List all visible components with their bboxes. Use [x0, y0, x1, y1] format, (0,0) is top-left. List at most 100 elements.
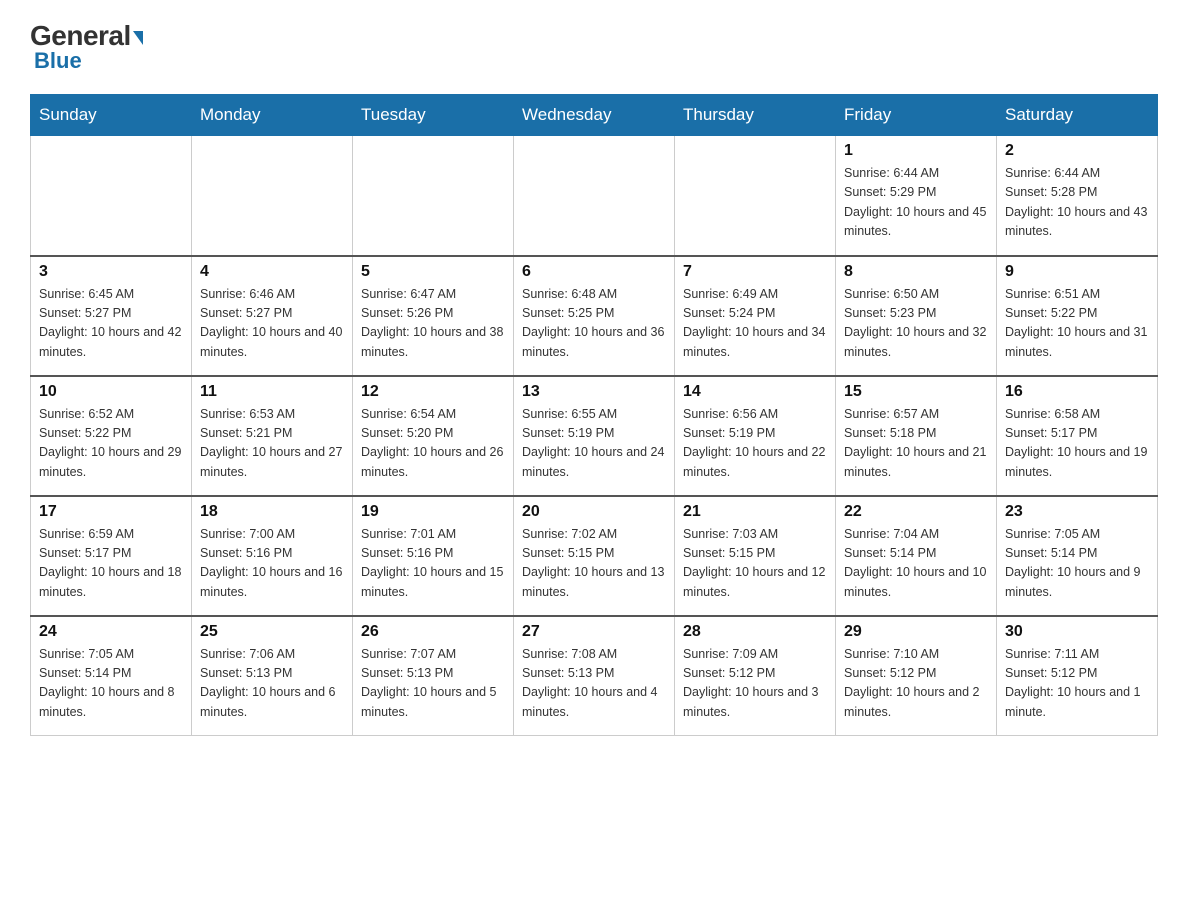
day-info: Sunrise: 6:57 AMSunset: 5:18 PMDaylight:… — [844, 405, 988, 483]
day-number: 16 — [1005, 383, 1149, 401]
day-info: Sunrise: 6:44 AMSunset: 5:28 PMDaylight:… — [1005, 164, 1149, 242]
column-header-monday: Monday — [192, 95, 353, 136]
calendar-week-row: 10Sunrise: 6:52 AMSunset: 5:22 PMDayligh… — [31, 376, 1158, 496]
day-number: 29 — [844, 623, 988, 641]
calendar-cell: 24 Sunrise: 7:05 AMSunset: 5:14 PMDayligh… — [31, 616, 192, 736]
day-info: Sunrise: 6:46 AMSunset: 5:27 PMDaylight:… — [200, 285, 344, 363]
calendar-cell: 17 Sunrise: 6:59 AMSunset: 5:17 PMDayligh… — [31, 496, 192, 616]
calendar-week-row: 3Sunrise: 6:45 AMSunset: 5:27 PMDaylight… — [31, 256, 1158, 376]
day-info: Sunrise: 7:01 AMSunset: 5:16 PMDaylight:… — [361, 525, 505, 603]
calendar-cell: 19Sunrise: 7:01 AMSunset: 5:16 PMDayligh… — [353, 496, 514, 616]
calendar-cell: 6 Sunrise: 6:48 AMSunset: 5:25 PMDaylight… — [514, 256, 675, 376]
day-number: 11 — [200, 383, 344, 401]
day-info: Sunrise: 6:49 AMSunset: 5:24 PMDaylight:… — [683, 285, 827, 363]
logo-triangle-icon — [133, 31, 143, 45]
day-number: 20 — [522, 503, 666, 521]
calendar-cell: 1Sunrise: 6:44 AMSunset: 5:29 PMDaylight… — [836, 136, 997, 256]
day-number: 28 — [683, 623, 827, 641]
calendar-cell: 13Sunrise: 6:55 AMSunset: 5:19 PMDayligh… — [514, 376, 675, 496]
day-info: Sunrise: 7:06 AMSunset: 5:13 PMDaylight:… — [200, 645, 344, 723]
day-info: Sunrise: 6:51 AMSunset: 5:22 PMDaylight:… — [1005, 285, 1149, 363]
day-number: 5 — [361, 263, 505, 281]
calendar-cell: 2 Sunrise: 6:44 AMSunset: 5:28 PMDaylight… — [997, 136, 1158, 256]
calendar-cell: 10Sunrise: 6:52 AMSunset: 5:22 PMDayligh… — [31, 376, 192, 496]
calendar-cell: 26 Sunrise: 7:07 AMSunset: 5:13 PMDayligh… — [353, 616, 514, 736]
calendar-cell: 4 Sunrise: 6:46 AMSunset: 5:27 PMDaylight… — [192, 256, 353, 376]
day-info: Sunrise: 6:44 AMSunset: 5:29 PMDaylight:… — [844, 164, 988, 242]
column-header-thursday: Thursday — [675, 95, 836, 136]
calendar-cell: 18 Sunrise: 7:00 AMSunset: 5:16 PMDayligh… — [192, 496, 353, 616]
day-info: Sunrise: 6:53 AMSunset: 5:21 PMDaylight:… — [200, 405, 344, 483]
day-number: 12 — [361, 383, 505, 401]
column-header-wednesday: Wednesday — [514, 95, 675, 136]
logo-blue-text: Blue — [30, 48, 82, 74]
calendar-cell: 27Sunrise: 7:08 AMSunset: 5:13 PMDayligh… — [514, 616, 675, 736]
calendar-cell: 28 Sunrise: 7:09 AMSunset: 5:12 PMDayligh… — [675, 616, 836, 736]
day-number: 9 — [1005, 263, 1149, 281]
calendar-cell — [675, 136, 836, 256]
day-info: Sunrise: 7:05 AMSunset: 5:14 PMDaylight:… — [1005, 525, 1149, 603]
column-header-tuesday: Tuesday — [353, 95, 514, 136]
calendar-cell: 21 Sunrise: 7:03 AMSunset: 5:15 PMDayligh… — [675, 496, 836, 616]
day-info: Sunrise: 7:11 AMSunset: 5:12 PMDaylight:… — [1005, 645, 1149, 723]
logo: General Blue — [30, 20, 143, 74]
day-number: 6 — [522, 263, 666, 281]
day-info: Sunrise: 6:50 AMSunset: 5:23 PMDaylight:… — [844, 285, 988, 363]
logo-general-text: General — [30, 20, 131, 51]
column-header-sunday: Sunday — [31, 95, 192, 136]
calendar-cell: 20 Sunrise: 7:02 AMSunset: 5:15 PMDayligh… — [514, 496, 675, 616]
day-info: Sunrise: 7:05 AMSunset: 5:14 PMDaylight:… — [39, 645, 183, 723]
day-info: Sunrise: 6:59 AMSunset: 5:17 PMDaylight:… — [39, 525, 183, 603]
page-header: General Blue — [30, 20, 1158, 74]
day-info: Sunrise: 7:09 AMSunset: 5:12 PMDaylight:… — [683, 645, 827, 723]
calendar-cell: 15 Sunrise: 6:57 AMSunset: 5:18 PMDayligh… — [836, 376, 997, 496]
calendar-cell — [353, 136, 514, 256]
calendar-cell: 7 Sunrise: 6:49 AMSunset: 5:24 PMDaylight… — [675, 256, 836, 376]
day-number: 13 — [522, 383, 666, 401]
calendar-cell: 5Sunrise: 6:47 AMSunset: 5:26 PMDaylight… — [353, 256, 514, 376]
day-number: 7 — [683, 263, 827, 281]
calendar-cell: 22Sunrise: 7:04 AMSunset: 5:14 PMDayligh… — [836, 496, 997, 616]
calendar-cell: 9 Sunrise: 6:51 AMSunset: 5:22 PMDaylight… — [997, 256, 1158, 376]
day-number: 30 — [1005, 623, 1149, 641]
calendar-cell: 25 Sunrise: 7:06 AMSunset: 5:13 PMDayligh… — [192, 616, 353, 736]
day-info: Sunrise: 7:03 AMSunset: 5:15 PMDaylight:… — [683, 525, 827, 603]
day-number: 22 — [844, 503, 988, 521]
day-info: Sunrise: 7:10 AMSunset: 5:12 PMDaylight:… — [844, 645, 988, 723]
calendar-cell: 11 Sunrise: 6:53 AMSunset: 5:21 PMDayligh… — [192, 376, 353, 496]
day-info: Sunrise: 6:52 AMSunset: 5:22 PMDaylight:… — [39, 405, 183, 483]
day-number: 24 — [39, 623, 183, 641]
day-info: Sunrise: 7:02 AMSunset: 5:15 PMDaylight:… — [522, 525, 666, 603]
day-number: 15 — [844, 383, 988, 401]
day-info: Sunrise: 6:56 AMSunset: 5:19 PMDaylight:… — [683, 405, 827, 483]
calendar-cell: 30 Sunrise: 7:11 AMSunset: 5:12 PMDayligh… — [997, 616, 1158, 736]
day-number: 25 — [200, 623, 344, 641]
day-number: 4 — [200, 263, 344, 281]
calendar-cell: 29 Sunrise: 7:10 AMSunset: 5:12 PMDayligh… — [836, 616, 997, 736]
column-header-friday: Friday — [836, 95, 997, 136]
day-number: 21 — [683, 503, 827, 521]
day-number: 2 — [1005, 142, 1149, 160]
day-number: 17 — [39, 503, 183, 521]
calendar-header-row: SundayMondayTuesdayWednesdayThursdayFrid… — [31, 95, 1158, 136]
day-number: 8 — [844, 263, 988, 281]
day-info: Sunrise: 6:58 AMSunset: 5:17 PMDaylight:… — [1005, 405, 1149, 483]
day-info: Sunrise: 6:54 AMSunset: 5:20 PMDaylight:… — [361, 405, 505, 483]
calendar-week-row: 1Sunrise: 6:44 AMSunset: 5:29 PMDaylight… — [31, 136, 1158, 256]
calendar-table: SundayMondayTuesdayWednesdayThursdayFrid… — [30, 94, 1158, 736]
day-info: Sunrise: 7:08 AMSunset: 5:13 PMDaylight:… — [522, 645, 666, 723]
calendar-cell: 3Sunrise: 6:45 AMSunset: 5:27 PMDaylight… — [31, 256, 192, 376]
calendar-cell — [31, 136, 192, 256]
day-info: Sunrise: 7:07 AMSunset: 5:13 PMDaylight:… — [361, 645, 505, 723]
calendar-week-row: 17 Sunrise: 6:59 AMSunset: 5:17 PMDayligh… — [31, 496, 1158, 616]
day-number: 18 — [200, 503, 344, 521]
calendar-cell — [514, 136, 675, 256]
calendar-cell: 14Sunrise: 6:56 AMSunset: 5:19 PMDayligh… — [675, 376, 836, 496]
day-number: 23 — [1005, 503, 1149, 521]
day-info: Sunrise: 6:45 AMSunset: 5:27 PMDaylight:… — [39, 285, 183, 363]
day-number: 26 — [361, 623, 505, 641]
day-info: Sunrise: 7:00 AMSunset: 5:16 PMDaylight:… — [200, 525, 344, 603]
calendar-week-row: 24 Sunrise: 7:05 AMSunset: 5:14 PMDayligh… — [31, 616, 1158, 736]
day-info: Sunrise: 6:48 AMSunset: 5:25 PMDaylight:… — [522, 285, 666, 363]
calendar-cell: 8 Sunrise: 6:50 AMSunset: 5:23 PMDaylight… — [836, 256, 997, 376]
